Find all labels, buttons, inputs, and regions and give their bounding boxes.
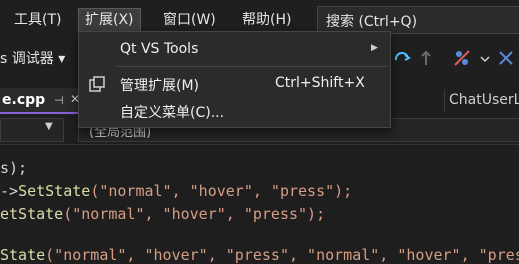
menu-tools[interactable]: 工具(T) [8, 8, 67, 32]
code-editor[interactable]: s); ->SetState("normal", "hover", "press… [0, 145, 519, 264]
step-over-icon[interactable] [392, 48, 412, 68]
debugger-selector[interactable]: s 调试器 ▾ [0, 48, 65, 68]
menu-item-shortcut: Ctrl+Shift+X [275, 75, 365, 91]
dropdown-arrow-icon[interactable] [478, 48, 492, 68]
menu-item-label: Qt VS Tools [120, 41, 199, 57]
extensions-dropdown-menu: Qt VS Tools ▶ 管理扩展(M) Ctrl+Shift+X 自定义菜单… [78, 31, 391, 128]
manage-extensions-icon [89, 76, 105, 92]
code-line: s); [0, 159, 28, 177]
tab-label: ChatUserL [449, 92, 519, 108]
menu-item-manage-extensions[interactable]: 管理扩展(M) Ctrl+Shift+X [79, 71, 390, 97]
step-out-icon[interactable] [416, 48, 436, 68]
tab-label: e.cpp [2, 92, 46, 108]
tab-active-file[interactable]: e.cpp ⊣ ✕ [0, 88, 84, 114]
menu-item-label: 自定义菜单(C)... [120, 105, 225, 121]
pin-icon[interactable]: ⊣ [54, 94, 64, 107]
hot-reload-icon[interactable] [452, 48, 472, 68]
menu-item-label: 管理扩展(M) [120, 78, 200, 94]
menu-window[interactable]: 窗口(W) [157, 8, 222, 32]
chevron-down-icon: ▼ [45, 121, 53, 132]
project-selector[interactable]: ▼ [0, 118, 64, 142]
code-line: ->SetState("normal", "hover", "press"); [0, 182, 353, 200]
menu-item-customize-menu[interactable]: 自定义菜单(C)... [79, 98, 390, 124]
breakpoint-icon[interactable] [496, 48, 516, 68]
submenu-arrow-icon: ▶ [371, 43, 378, 53]
menu-separator [117, 66, 387, 67]
menu-help[interactable]: 帮助(H) [236, 8, 297, 32]
code-line: State("normal", "hover", "press", "norma… [0, 246, 519, 264]
tab-chat-user[interactable]: ChatUserL [444, 90, 519, 112]
code-line: etState("normal", "hover", "press"); [0, 205, 326, 223]
menu-item-qt-vs-tools[interactable]: Qt VS Tools ▶ [79, 37, 390, 63]
search-box[interactable]: 搜索 (Ctrl+Q) [317, 6, 519, 34]
search-label: 搜索 (Ctrl+Q) [326, 14, 418, 30]
